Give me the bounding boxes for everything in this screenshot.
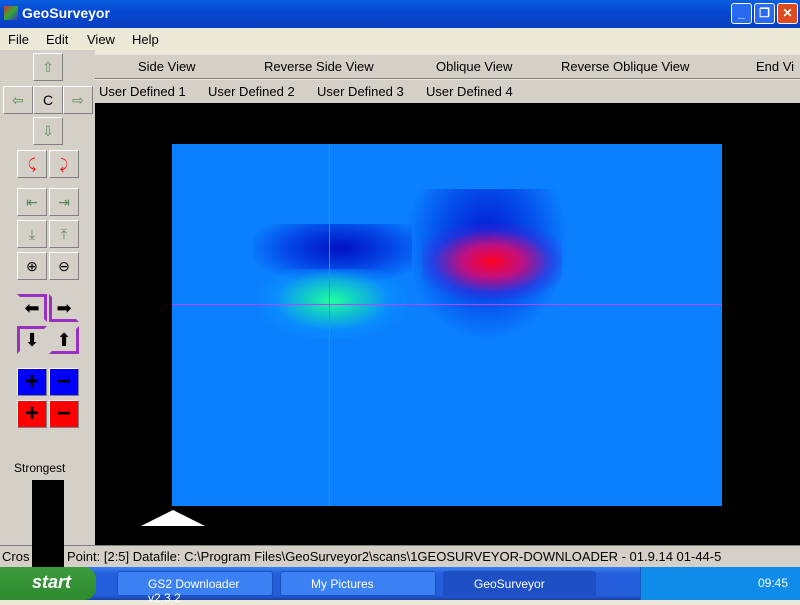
menu-bar: File Edit View Help <box>0 28 800 50</box>
arrow-down-button[interactable]: ⬇ <box>17 326 47 354</box>
tab-reverse-oblique-view[interactable]: Reverse Oblique View <box>561 59 689 74</box>
taskbar: start GS2 Downloader v2.3.2 My Pictures … <box>0 567 800 605</box>
zoom-out-button[interactable]: ⊖ <box>49 252 79 280</box>
status-crosshair-label: Cros <box>2 549 30 564</box>
tab-user-defined-4[interactable]: User Defined 4 <box>426 84 513 99</box>
task-geosurveyor[interactable]: GeoSurveyor <box>443 571 596 596</box>
red-minus-button[interactable]: − <box>49 400 79 428</box>
blue-plus-button[interactable]: + <box>17 368 47 396</box>
maximize-button[interactable]: ❐ <box>754 3 775 24</box>
tab-user-defined-3[interactable]: User Defined 3 <box>317 84 404 99</box>
user-tabs: User Defined 1 User Defined 2 User Defin… <box>95 80 800 104</box>
center-button[interactable]: C <box>33 86 63 114</box>
start-label: start <box>32 572 72 592</box>
red-plus-button[interactable]: + <box>17 400 47 428</box>
task-label: GeoSurveyor <box>474 577 545 591</box>
task-gs2-downloader[interactable]: GS2 Downloader v2.3.2 <box>117 571 273 605</box>
first-button[interactable]: ⇤ <box>17 188 47 216</box>
arrow-right-button[interactable]: ➡ <box>49 294 79 322</box>
crosshair-horizontal <box>172 304 722 305</box>
arrow-up-button[interactable]: ⬆ <box>49 326 79 354</box>
rotate-right-button[interactable]: ⤸ <box>49 150 79 178</box>
system-tray: 09:45 <box>640 567 800 600</box>
blue-minus-button[interactable]: − <box>49 368 79 396</box>
tab-user-defined-2[interactable]: User Defined 2 <box>208 84 295 99</box>
tab-end-view[interactable]: End Vi <box>756 59 794 74</box>
arrow-left-button[interactable]: ⬅ <box>17 294 47 322</box>
menu-help[interactable]: Help <box>132 32 159 47</box>
move-up-button[interactable]: ⤒ <box>49 220 79 248</box>
pan-down-button[interactable]: ⇩ <box>33 117 63 145</box>
tab-reverse-side-view[interactable]: Reverse Side View <box>264 59 374 74</box>
status-bar: Cros Point: [2:5] Datafile: C:\Program F… <box>0 545 800 567</box>
pan-right-button[interactable]: ⇨ <box>63 86 93 114</box>
menu-edit[interactable]: Edit <box>46 32 68 47</box>
menu-view[interactable]: View <box>87 32 115 47</box>
crosshair-vertical <box>329 144 330 506</box>
anomaly-red <box>422 224 562 299</box>
clock: 09:45 <box>758 576 789 590</box>
tool-panel: ⇧ ⇦ C ⇨ ⇩ ⤹ ⤸ ⇤ ⇥ ⤓ ⤒ ⊕ ⊖ ⬅ ➡ ⬇ ⬆ + − + … <box>0 50 95 545</box>
position-marker[interactable] <box>141 510 205 526</box>
move-down-button[interactable]: ⤓ <box>17 220 47 248</box>
zoom-in-button[interactable]: ⊕ <box>17 252 47 280</box>
window-title: GeoSurveyor <box>22 5 110 21</box>
task-label: My Pictures <box>311 577 374 591</box>
close-button[interactable]: ✕ <box>777 3 798 24</box>
minimize-button[interactable]: _ <box>731 3 752 24</box>
app-icon <box>4 6 18 20</box>
rotate-left-button[interactable]: ⤹ <box>17 150 47 178</box>
pan-left-button[interactable]: ⇦ <box>3 86 33 114</box>
status-text: Point: [2:5] Datafile: C:\Program Files\… <box>67 549 722 564</box>
menu-file[interactable]: File <box>8 32 29 47</box>
heatmap[interactable] <box>172 144 722 506</box>
pan-up-button[interactable]: ⇧ <box>33 53 63 81</box>
start-button[interactable]: start <box>0 567 96 600</box>
task-label: GS2 Downloader v2.3.2 <box>148 577 240 605</box>
view-tabs: Side View Reverse Side View Oblique View… <box>95 55 800 79</box>
tab-side-view[interactable]: Side View <box>138 59 196 74</box>
title-bar: GeoSurveyor _ ❐ ✕ <box>0 0 800 28</box>
strongest-label: Strongest <box>14 461 66 475</box>
task-my-pictures[interactable]: My Pictures <box>280 571 436 596</box>
tab-oblique-view[interactable]: Oblique View <box>436 59 512 74</box>
last-button[interactable]: ⇥ <box>49 188 79 216</box>
strength-color-bar <box>32 480 64 567</box>
tab-user-defined-1[interactable]: User Defined 1 <box>99 84 186 99</box>
